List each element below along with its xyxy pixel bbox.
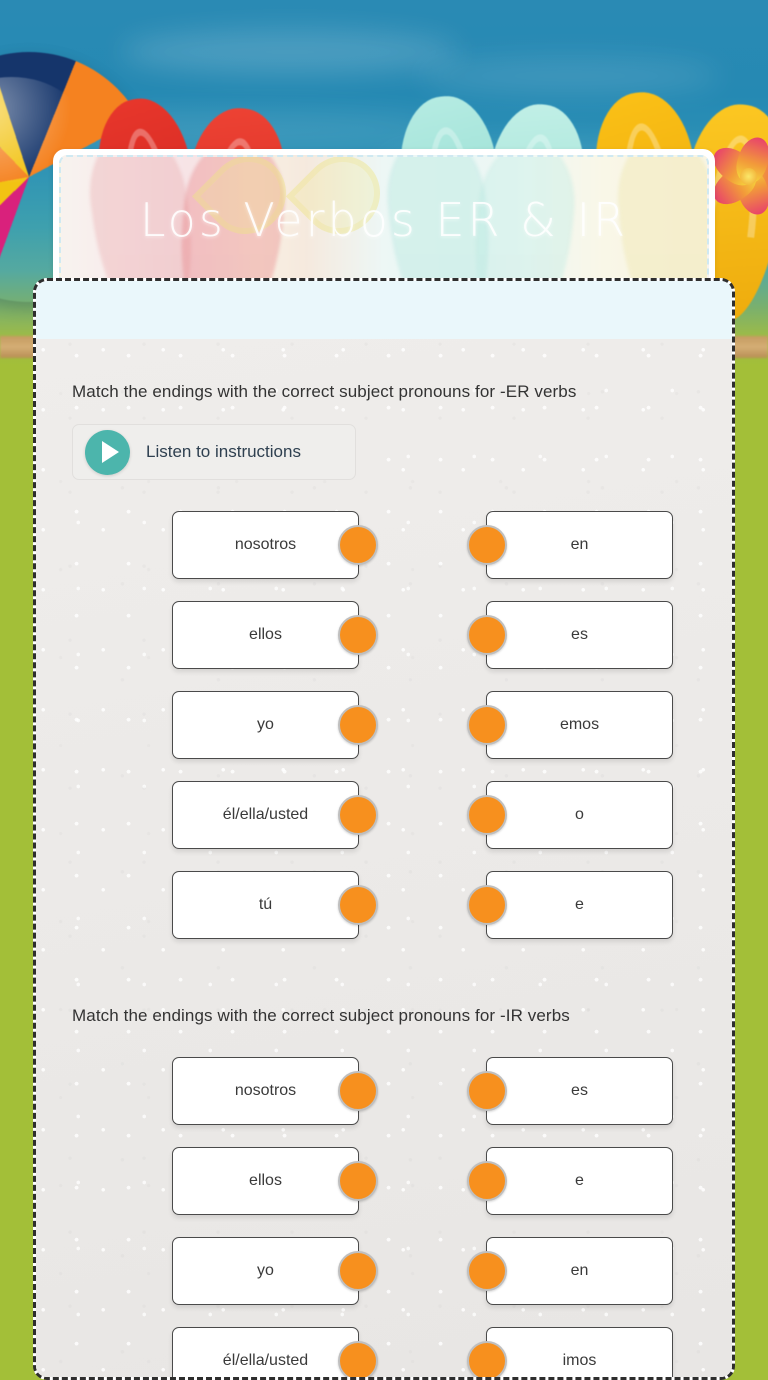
pronoun-card-label: tú	[258, 896, 273, 913]
cloud-wisp	[420, 58, 720, 94]
ending-card[interactable]: es	[467, 601, 673, 669]
ending-card[interactable]: imos	[467, 1327, 673, 1377]
match-row: yo en	[72, 1226, 696, 1316]
cloud-wisp	[120, 30, 460, 74]
match-row: ellos e	[72, 1136, 696, 1226]
worksheet-header-card: Los Verbos ER & IR	[53, 149, 715, 282]
connector-dot[interactable]	[467, 1071, 507, 1111]
pronoun-card[interactable]: yo	[172, 691, 378, 759]
ending-card-label: e	[575, 1172, 584, 1189]
ending-card-label: en	[570, 1262, 589, 1279]
pronoun-card-label: nosotros	[234, 1082, 297, 1099]
worksheet-panel: Match the endings with the correct subje…	[33, 278, 735, 1380]
connector-dot[interactable]	[467, 525, 507, 565]
pronoun-card[interactable]: tú	[172, 871, 378, 939]
pronoun-card[interactable]: nosotros	[172, 511, 378, 579]
ending-card[interactable]: e	[467, 871, 673, 939]
connector-dot[interactable]	[338, 1251, 378, 1291]
pronoun-card-label: él/ella/usted	[222, 806, 309, 823]
connector-dot[interactable]	[338, 615, 378, 655]
connector-dot[interactable]	[467, 1341, 507, 1377]
pronoun-card[interactable]: ellos	[172, 601, 378, 669]
connector-dot[interactable]	[338, 1341, 378, 1377]
pronoun-card-label: yo	[257, 1262, 274, 1279]
worksheet-top-band	[36, 281, 732, 339]
section-er-verbs: Match the endings with the correct subje…	[72, 339, 696, 950]
ending-card[interactable]: en	[467, 511, 673, 579]
connector-dot[interactable]	[467, 705, 507, 745]
match-row: tú e	[72, 860, 696, 950]
ending-card-label: o	[575, 806, 584, 823]
match-row: yo emos	[72, 680, 696, 770]
match-row: él/ella/usted o	[72, 770, 696, 860]
pronoun-card-label: él/ella/usted	[222, 1352, 309, 1369]
worksheet-content: Match the endings with the correct subje…	[36, 339, 732, 1377]
match-list-er: nosotros en ellos es yo emos él/ella/ust…	[72, 500, 696, 950]
page-title: Los Verbos ER & IR	[139, 192, 629, 247]
ending-card-label: emos	[559, 716, 600, 733]
pronoun-card-label: ellos	[249, 626, 282, 643]
ending-card[interactable]: es	[467, 1057, 673, 1125]
connector-dot[interactable]	[338, 525, 378, 565]
pronoun-card[interactable]: yo	[172, 1237, 378, 1305]
match-row: nosotros en	[72, 500, 696, 590]
match-list-ir: nosotros es ellos e yo en él/ella/usted …	[72, 1046, 696, 1377]
pronoun-card[interactable]: ellos	[172, 1147, 378, 1215]
listen-button-label: Listen to instructions	[146, 442, 301, 461]
section-ir-verbs: Match the endings with the correct subje…	[72, 950, 696, 1377]
connector-dot[interactable]	[467, 615, 507, 655]
instruction-text-er: Match the endings with the correct subje…	[72, 382, 577, 401]
pronoun-card-label: yo	[257, 716, 274, 733]
pronoun-card[interactable]: él/ella/usted	[172, 781, 378, 849]
match-row: él/ella/usted imos	[72, 1316, 696, 1377]
connector-dot[interactable]	[467, 795, 507, 835]
ending-card[interactable]: emos	[467, 691, 673, 759]
connector-dot[interactable]	[338, 1071, 378, 1111]
connector-dot[interactable]	[338, 705, 378, 745]
match-row: nosotros es	[72, 1046, 696, 1136]
ending-card-label: en	[570, 536, 589, 553]
connector-dot[interactable]	[467, 1161, 507, 1201]
ending-card[interactable]: en	[467, 1237, 673, 1305]
connector-dot[interactable]	[467, 1251, 507, 1291]
ending-card-label: imos	[562, 1352, 597, 1369]
connector-dot[interactable]	[338, 885, 378, 925]
play-icon[interactable]	[85, 429, 130, 475]
pronoun-card[interactable]: él/ella/usted	[172, 1327, 378, 1377]
connector-dot[interactable]	[467, 885, 507, 925]
ending-card-label: es	[571, 1082, 588, 1099]
connector-dot[interactable]	[338, 795, 378, 835]
worksheet-header-image: Los Verbos ER & IR	[59, 155, 709, 282]
pronoun-card-label: nosotros	[234, 536, 297, 553]
ending-card-label: es	[571, 626, 588, 643]
pronoun-card[interactable]: nosotros	[172, 1057, 378, 1125]
ending-card-label: e	[575, 896, 584, 913]
instruction-text-ir: Match the endings with the correct subje…	[72, 1006, 570, 1025]
ending-card[interactable]: o	[467, 781, 673, 849]
ending-card[interactable]: e	[467, 1147, 673, 1215]
listen-to-instructions-button[interactable]: Listen to instructions	[72, 424, 356, 480]
connector-dot[interactable]	[338, 1161, 378, 1201]
match-row: ellos es	[72, 590, 696, 680]
pronoun-card-label: ellos	[249, 1172, 282, 1189]
